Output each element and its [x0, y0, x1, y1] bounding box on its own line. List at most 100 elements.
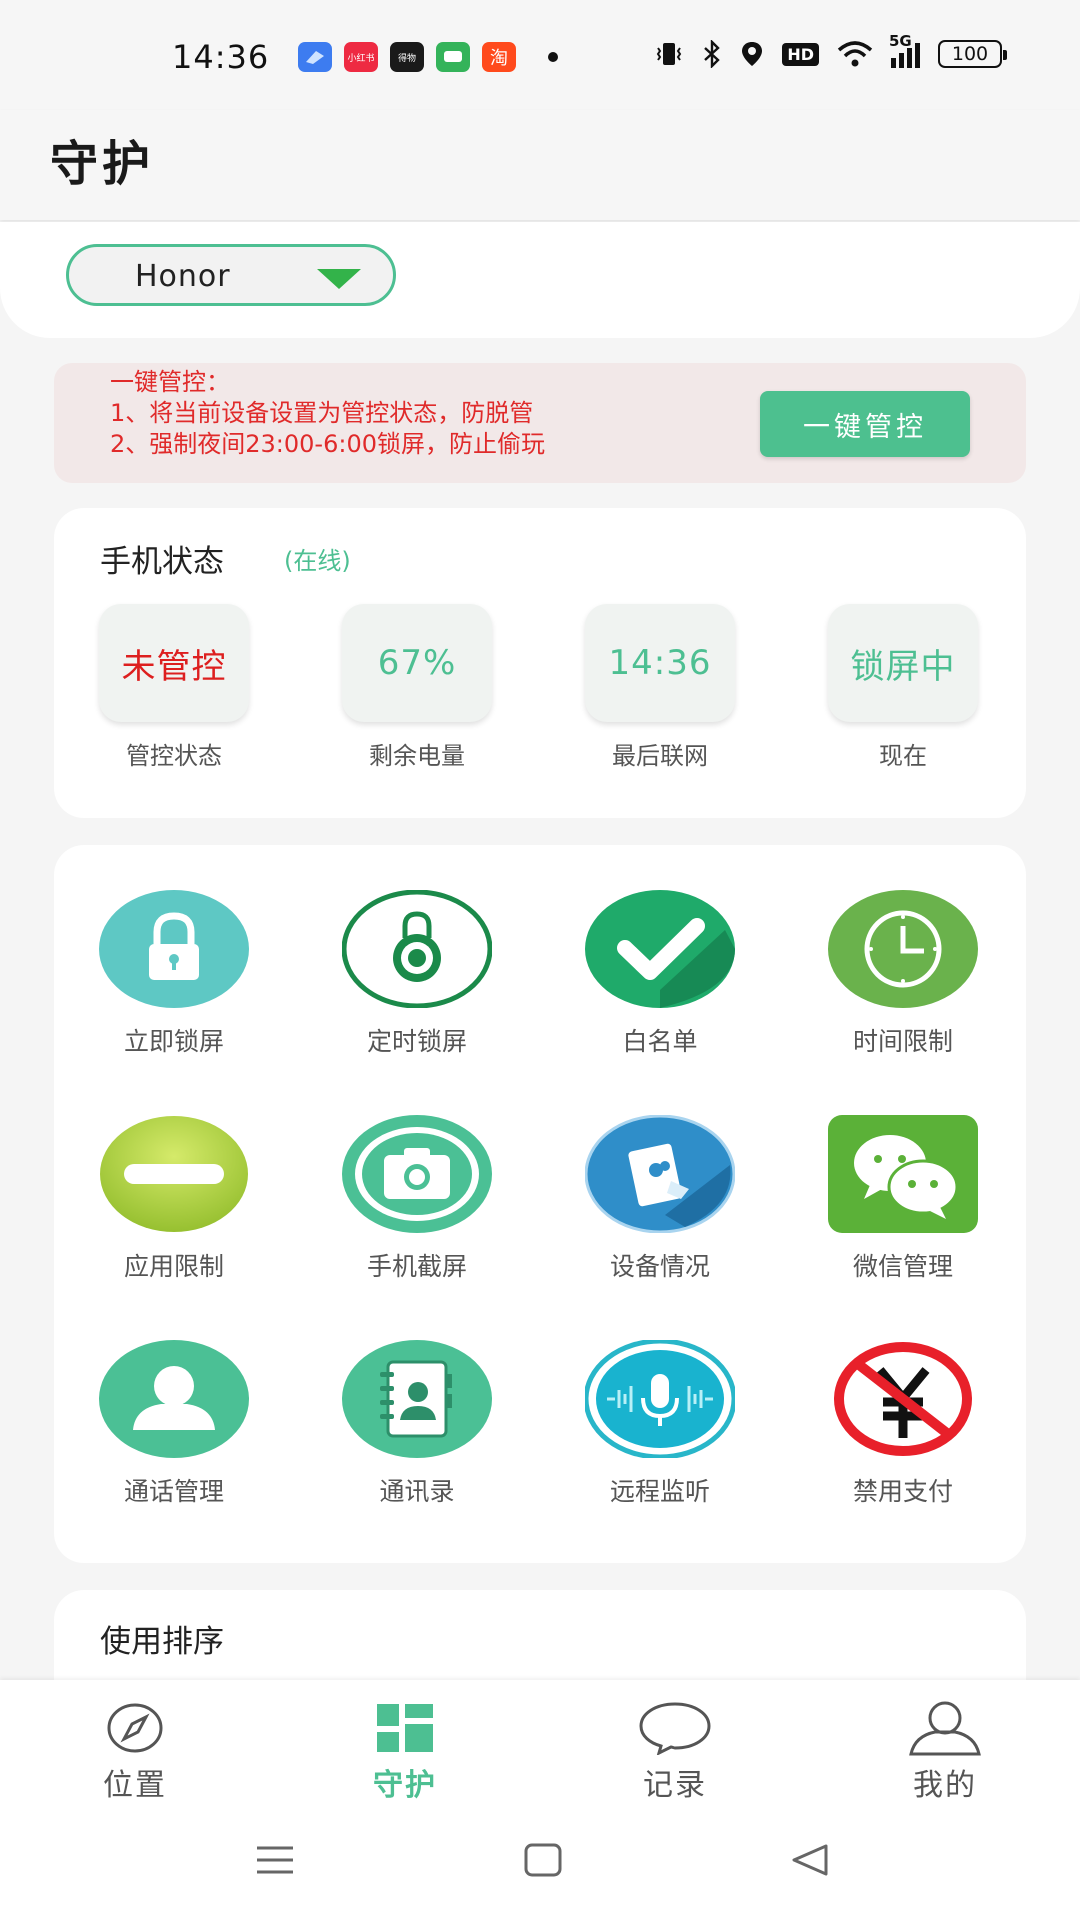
location-icon — [742, 42, 763, 66]
padlock-icon — [99, 890, 249, 1008]
home-icon[interactable] — [523, 1842, 563, 1882]
status-battery: 67% 剩余电量 — [342, 604, 492, 771]
function-label: 禁用支付 — [852, 1477, 953, 1506]
contacts-book-icon — [342, 1340, 492, 1458]
function-scheduled-lock[interactable]: 定时锁屏 — [332, 890, 502, 1058]
network-type: 5G — [889, 32, 912, 50]
device-dropdown-value: Honor — [135, 259, 231, 294]
taobao-icon: 淘 — [482, 42, 516, 72]
app-header: 守护 — [0, 110, 1080, 220]
function-label: 应用限制 — [123, 1252, 224, 1281]
banner-line-2: 2、强制夜间23:00-6:00锁屏，防止偷玩 — [110, 430, 545, 458]
online-indicator: (在线) — [284, 547, 351, 575]
bluetooth-icon — [704, 40, 721, 68]
microphone-icon — [585, 1340, 735, 1458]
function-label: 定时锁屏 — [366, 1027, 467, 1056]
no-yuan-icon — [828, 1340, 978, 1458]
status-label: 现在 — [879, 742, 927, 770]
notification-icons: 小红书 得物 淘 — [298, 42, 558, 72]
system-indicators: HD 5G 100 — [654, 32, 1007, 68]
nav-records[interactable]: 记录 — [605, 1700, 745, 1804]
clock-icon — [828, 890, 978, 1008]
function-grid-card: 立即锁屏 定时锁屏 白名单 时间限制 应用限制 手机截屏 设备情况 微信管理 通… — [54, 845, 1026, 1563]
function-label: 手机截屏 — [366, 1252, 467, 1281]
phone-status-title: 手机状态 — [100, 544, 224, 580]
message-icon — [436, 42, 470, 72]
checkmark-icon — [585, 890, 735, 1008]
function-whitelist[interactable]: 白名单 — [575, 890, 745, 1058]
banner-description: 一键管控： 1、将当前设备设置为管控状态，防脱管 2、强制夜间23:00-6:0… — [110, 367, 545, 460]
vibrate-icon — [657, 43, 682, 65]
function-wechat[interactable]: 微信管理 — [818, 1115, 988, 1283]
dropdown-arrow-icon — [317, 269, 361, 289]
battery-indicator: 100 — [938, 40, 1007, 68]
user-icon — [875, 1700, 1015, 1756]
status-value: 锁屏中 — [828, 604, 978, 722]
function-disable-payment[interactable]: 禁用支付 — [818, 1340, 988, 1508]
compass-icon — [65, 1700, 205, 1756]
bottom-navigation: 位置 守护 记录 我的 — [0, 1680, 1080, 1810]
tablet-device-icon — [585, 1115, 735, 1233]
status-label: 剩余电量 — [369, 742, 465, 770]
function-label: 通讯录 — [379, 1477, 455, 1506]
function-call-manage[interactable]: 通话管理 — [89, 1340, 259, 1508]
phone-status-card: 手机状态 (在线) 未管控 管控状态 67% 剩余电量 14:36 最后联网 锁… — [54, 508, 1026, 818]
function-contacts[interactable]: 通讯录 — [332, 1340, 502, 1508]
status-now: 锁屏中 现在 — [828, 604, 978, 771]
camera-icon — [342, 1115, 492, 1233]
combination-lock-icon — [342, 890, 492, 1008]
feishu-icon — [298, 42, 332, 72]
one-key-control-button[interactable]: 一键管控 — [760, 391, 970, 457]
more-notifications-dot — [548, 52, 558, 62]
back-icon[interactable] — [790, 1842, 830, 1882]
status-bar: 14:36 小红书 得物 淘 HD 5G 100 — [0, 0, 1080, 110]
system-navigation-bar — [0, 1810, 1080, 1920]
nav-label: 守护 — [373, 1768, 437, 1803]
status-label: 管控状态 — [126, 742, 222, 770]
banner-line-1: 1、将当前设备设置为管控状态，防脱管 — [110, 399, 534, 427]
status-control: 未管控 管控状态 — [99, 604, 249, 771]
function-label: 设备情况 — [609, 1252, 710, 1281]
device-dropdown[interactable]: Honor — [66, 244, 396, 306]
dashboard-icon — [335, 1700, 475, 1756]
signal-icon: 5G — [889, 32, 920, 68]
function-label: 微信管理 — [852, 1252, 953, 1281]
usage-ranking-title: 使用排序 — [100, 1624, 224, 1660]
nav-label: 位置 — [103, 1768, 167, 1803]
function-label: 远程监听 — [609, 1477, 710, 1506]
nav-mine[interactable]: 我的 — [875, 1700, 1015, 1804]
status-label: 最后联网 — [612, 742, 708, 770]
page-title: 守护 — [50, 136, 155, 192]
wechat-icon — [828, 1115, 978, 1233]
function-label: 通话管理 — [123, 1477, 224, 1506]
device-selector-card: Honor — [0, 222, 1080, 338]
status-value: 67% — [342, 604, 492, 722]
nav-label: 记录 — [643, 1768, 707, 1803]
minus-icon — [99, 1115, 249, 1233]
dewu-icon: 得物 — [390, 42, 424, 72]
function-label: 时间限制 — [852, 1027, 953, 1056]
function-time-limit[interactable]: 时间限制 — [818, 890, 988, 1058]
nav-label: 我的 — [913, 1768, 977, 1803]
chat-bubble-icon — [605, 1700, 745, 1756]
status-value: 未管控 — [99, 604, 249, 722]
hd-badge: HD — [782, 42, 819, 66]
nav-guard[interactable]: 守护 — [335, 1700, 475, 1804]
status-time: 14:36 — [172, 38, 270, 76]
status-last-online: 14:36 最后联网 — [585, 604, 735, 771]
wifi-icon — [837, 41, 873, 67]
function-device-info[interactable]: 设备情况 — [575, 1115, 745, 1283]
function-remote-listen[interactable]: 远程监听 — [575, 1340, 745, 1508]
function-app-limit[interactable]: 应用限制 — [89, 1115, 259, 1283]
banner-line-title: 一键管控： — [110, 368, 230, 396]
function-label: 立即锁屏 — [123, 1027, 224, 1056]
person-icon — [99, 1340, 249, 1458]
function-lock-now[interactable]: 立即锁屏 — [89, 890, 259, 1058]
status-value: 14:36 — [585, 604, 735, 722]
one-key-control-banner: 一键管控： 1、将当前设备设置为管控状态，防脱管 2、强制夜间23:00-6:0… — [54, 363, 1026, 483]
menu-icon[interactable] — [254, 1842, 296, 1882]
function-screenshot[interactable]: 手机截屏 — [332, 1115, 502, 1283]
xiaohongshu-icon: 小红书 — [344, 42, 378, 72]
nav-location[interactable]: 位置 — [65, 1700, 205, 1804]
function-label: 白名单 — [622, 1027, 698, 1056]
